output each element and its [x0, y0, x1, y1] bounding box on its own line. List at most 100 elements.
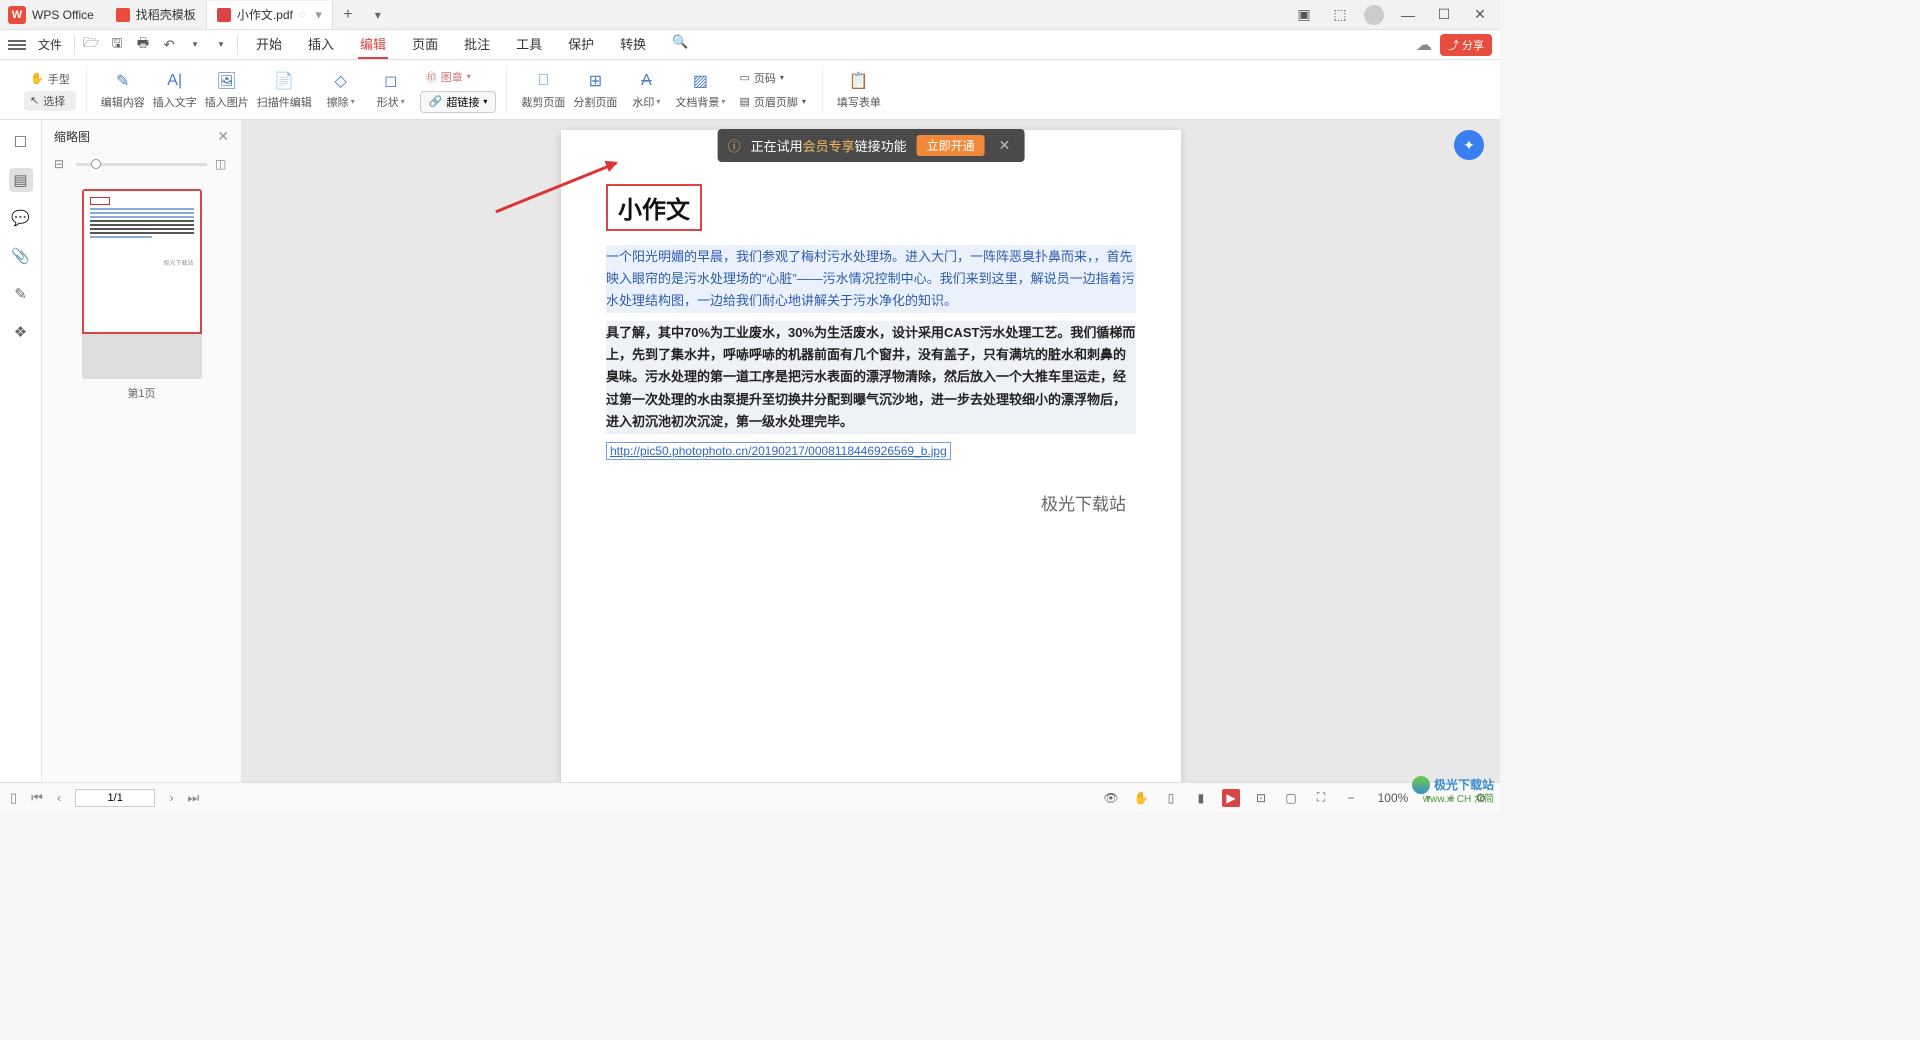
insert-text-button[interactable]: A|插入文字 [153, 70, 197, 110]
split-page-button[interactable]: ⊞分割页面 [573, 70, 617, 110]
select-mode-button[interactable]: ↖ 选择 [24, 91, 76, 111]
notice-highlight: 会员专享 [803, 139, 855, 154]
info-icon: ⓘ [728, 136, 741, 155]
fit-page-icon[interactable]: ▢ [1282, 789, 1300, 807]
page-num-button[interactable]: ▭ 页码 ▾ [733, 68, 811, 88]
last-page-icon[interactable]: ⏭ [188, 790, 200, 806]
continuous-icon[interactable]: ▮ [1192, 789, 1210, 807]
erase-button[interactable]: ◇擦除▾ [320, 70, 362, 110]
document-title: 小作文 [606, 184, 702, 231]
watermark-text: 极光下载站 [1041, 490, 1126, 515]
redo-icon[interactable]: ▾ [187, 37, 203, 53]
crop-page-button[interactable]: ⎕裁剪页面 [521, 70, 565, 110]
print-icon[interactable]: 🖶 [135, 37, 151, 53]
box-icon[interactable]: ⬚ [1328, 3, 1352, 27]
hyperlink-button[interactable]: 🔗 超链接 ▾ [420, 91, 497, 113]
tab-document[interactable]: 小作文.pdf ◌ ▾ [207, 1, 333, 29]
thumb-page-label: 第1页 [127, 385, 155, 401]
watermark-button[interactable]: A水印▾ [625, 70, 667, 110]
tab-insert[interactable]: 插入 [306, 30, 336, 59]
scan-edit-button[interactable]: 📄扫描件编辑 [257, 70, 312, 110]
ribbon: ✋ 手型 ↖ 选择 ✎编辑内容 A|插入文字 🖼插入图片 📄扫描件编辑 ◇擦除▾… [0, 60, 1500, 120]
expand-icon[interactable]: ◫ [215, 157, 229, 171]
layers-icon[interactable]: ❖ [9, 320, 33, 344]
more-icon[interactable]: ▾ [213, 37, 229, 53]
insert-image-button[interactable]: 🖼插入图片 [205, 70, 249, 110]
close-button[interactable]: ✕ [1468, 3, 1492, 27]
next-page-icon[interactable]: › [169, 790, 173, 805]
tab-dropdown-icon[interactable]: ▾ [315, 7, 322, 23]
page-input[interactable] [75, 789, 155, 807]
bookmark-icon[interactable]: ☐ [9, 130, 33, 154]
shape-button[interactable]: ◻形状▾ [370, 70, 412, 110]
play-icon[interactable]: ▶ [1222, 789, 1240, 807]
stamp-button[interactable]: ㊞ 图章 ▾ [420, 67, 497, 87]
fullscreen-icon[interactable]: ⛶ [1312, 789, 1330, 807]
comments-icon[interactable]: 💬 [9, 206, 33, 230]
tab-edit[interactable]: 编辑 [358, 30, 388, 59]
cloud-icon[interactable]: ☁ [1416, 35, 1432, 55]
tab-label: 小作文.pdf [237, 6, 293, 23]
thumb-title: 缩略图 [54, 128, 90, 145]
template-icon [116, 8, 130, 22]
panel-toggle-icon[interactable]: ▯ [10, 790, 17, 806]
zoom-value: 100% [1372, 791, 1414, 805]
thumbnail-item[interactable]: 极光下载站 第1页 [60, 189, 223, 401]
paragraph-2: 具了解，其中70%为工业废水，30%为生活废水，设计采用CAST污水处理工艺。我… [606, 321, 1136, 433]
panel-icon[interactable]: ▣ [1292, 3, 1316, 27]
sign-icon[interactable]: ✎ [9, 282, 33, 306]
prev-page-icon[interactable]: ‹ [57, 790, 61, 805]
hand-mode-button[interactable]: ✋ 手型 [24, 69, 76, 89]
doc-bg-button[interactable]: ▨文档背景▾ [675, 70, 725, 110]
save-icon[interactable]: 🖫 [109, 37, 125, 53]
hyperlink-text[interactable]: http://pic50.photophoto.cn/20190217/0008… [606, 442, 951, 460]
tab-menu-button[interactable]: ▾ [363, 8, 393, 22]
tab-templates[interactable]: 找稻壳模板 [106, 1, 207, 29]
upgrade-button[interactable]: 立即开通 [917, 135, 985, 156]
single-page-icon[interactable]: ▯ [1162, 789, 1180, 807]
open-icon[interactable]: 🗁 [83, 37, 99, 53]
notice-suffix: 链接功能 [855, 139, 907, 154]
tab-tools[interactable]: 工具 [514, 30, 544, 59]
thumbnail-panel: 缩略图 ✕ ⊟ ◫ 极光下载站 第1页 [42, 120, 242, 782]
corner-watermark: 极光下载站 www.xi CH 众简 [1412, 776, 1494, 806]
close-icon[interactable]: ✕ [217, 128, 229, 145]
pdf-page: 小作文 一个阳光明媚的早晨，我们参观了梅村污水处理场。进入大门，一阵阵恶臭扑鼻而… [561, 130, 1181, 782]
tab-annotate[interactable]: 批注 [462, 30, 492, 59]
tab-label: 找稻壳模板 [136, 6, 196, 23]
canvas: ⓘ 正在试用会员专享链接功能 立即开通 ✕ 小作文 一个阳光明媚的早晨，我们参观… [242, 120, 1500, 782]
notice-close-icon[interactable]: ✕ [995, 137, 1015, 154]
tab-start[interactable]: 开始 [254, 30, 284, 59]
notice-prefix: 正在试用 [751, 139, 803, 154]
paragraph-1: 一个阳光明媚的早晨，我们参观了梅村污水处理场。进入大门，一阵阵恶臭扑鼻而来，，首… [606, 245, 1136, 313]
statusbar: ▯ ⏮ ‹ › ⏭ 👁 ✋ ▯ ▮ ▶ ⊡ ▢ ⛶ − 100% ▾ + ⚙ [0, 782, 1500, 812]
hamburger-icon[interactable] [8, 40, 26, 50]
collapse-icon[interactable]: ⊟ [54, 157, 68, 171]
search-icon[interactable]: 🔍 [670, 30, 690, 59]
fit-width-icon[interactable]: ⊡ [1252, 789, 1270, 807]
file-menu[interactable]: 文件 [38, 36, 62, 53]
attachments-icon[interactable]: 📎 [9, 244, 33, 268]
undo-icon[interactable]: ↶ [161, 37, 177, 53]
tab-page[interactable]: 页面 [410, 30, 440, 59]
float-action-button[interactable]: ✦ [1454, 130, 1484, 160]
header-footer-button[interactable]: ▤ 页眉页脚 ▾ [733, 92, 811, 112]
thumbnails-icon[interactable]: ▤ [9, 168, 33, 192]
zoom-out-icon[interactable]: − [1342, 789, 1360, 807]
share-button[interactable]: ⤴ 分享 [1440, 34, 1492, 56]
tab-protect[interactable]: 保护 [566, 30, 596, 59]
hand-icon[interactable]: ✋ [1132, 789, 1150, 807]
sidebar-icons: ☐ ▤ 💬 📎 ✎ ❖ [0, 120, 42, 782]
eye-icon[interactable]: 👁 [1102, 789, 1120, 807]
tab-convert[interactable]: 转换 [618, 30, 648, 59]
fill-form-button[interactable]: 📋填写表单 [837, 70, 881, 110]
app-name: WPS Office [32, 8, 94, 22]
edit-content-button[interactable]: ✎编辑内容 [101, 70, 145, 110]
zoom-slider[interactable] [76, 163, 207, 166]
thumbnail-preview: 极光下载站 [82, 189, 202, 379]
new-tab-button[interactable]: + [333, 6, 363, 24]
maximize-button[interactable]: ☐ [1432, 3, 1456, 27]
minimize-button[interactable]: — [1396, 3, 1420, 27]
avatar[interactable] [1364, 5, 1384, 25]
first-page-icon[interactable]: ⏮ [31, 790, 43, 806]
